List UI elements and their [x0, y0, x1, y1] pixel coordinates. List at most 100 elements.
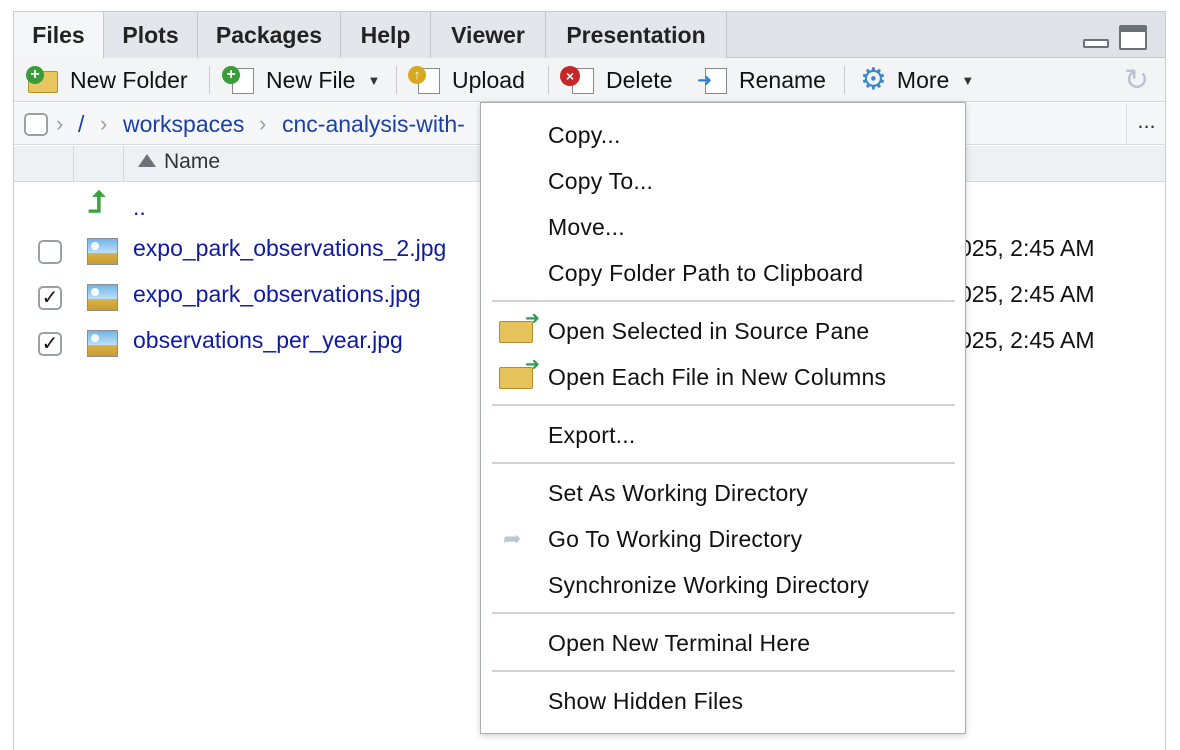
- chevron-down-icon: ▼: [367, 72, 381, 88]
- menu-item-label: Export...: [548, 422, 636, 448]
- name-column-header[interactable]: Name: [138, 150, 220, 174]
- menu-item-set-working-directory[interactable]: Set As Working Directory: [481, 472, 965, 518]
- more-label: More: [896, 66, 950, 93]
- tab-files[interactable]: Files: [14, 12, 104, 59]
- maximize-pane-button[interactable]: [1119, 25, 1147, 50]
- menu-item-label: Copy Folder Path to Clipboard: [548, 260, 864, 286]
- checkmark-icon: ✓: [41, 287, 59, 309]
- menu-item-label: Open Selected in Source Pane: [548, 318, 870, 344]
- sort-ascending-icon: [138, 154, 156, 167]
- open-folder-icon: [499, 354, 540, 389]
- tab-presentation-label: Presentation: [566, 21, 706, 48]
- menu-item-show-hidden-files[interactable]: Show Hidden Files: [481, 680, 965, 726]
- chevron-right-icon: ›: [56, 111, 64, 136]
- select-all-checkbox[interactable]: [24, 113, 48, 136]
- rename-icon: ➜: [697, 66, 729, 94]
- parent-directory-link[interactable]: ..: [133, 194, 146, 221]
- tab-viewer-label: Viewer: [451, 21, 525, 48]
- menu-divider: [492, 300, 955, 302]
- chevron-right-icon: ›: [100, 111, 108, 136]
- upload-icon: ↑: [408, 66, 442, 94]
- menu-item-copy-to[interactable]: Copy To...: [481, 160, 965, 206]
- row-checkbox[interactable]: ✓: [38, 286, 62, 310]
- image-file-icon: [87, 330, 118, 357]
- tab-presentation[interactable]: Presentation: [546, 12, 727, 58]
- toolbar-divider: [548, 66, 549, 94]
- file-name-link[interactable]: expo_park_observations_2.jpg: [133, 235, 446, 262]
- menu-item-synchronize-working-directory[interactable]: Synchronize Working Directory: [481, 564, 965, 610]
- header-icon-column: [74, 146, 124, 182]
- breadcrumb-root[interactable]: /: [78, 111, 84, 138]
- menu-item-move[interactable]: Move...: [481, 206, 965, 252]
- menu-item-open-selected[interactable]: Open Selected in Source Pane: [481, 308, 965, 356]
- menu-item-copy-folder-path[interactable]: Copy Folder Path to Clipboard: [481, 252, 965, 298]
- file-modified: 025, 2:45 AM: [959, 235, 1095, 261]
- row-checkbox[interactable]: ✓: [38, 332, 62, 356]
- tab-help[interactable]: Help: [341, 12, 431, 58]
- name-header-label: Name: [164, 150, 221, 173]
- menu-item-label: Show Hidden Files: [548, 688, 744, 714]
- tab-bar: Files Plots Packages Help Viewer Present…: [14, 12, 1165, 59]
- new-folder-icon: +: [26, 66, 60, 94]
- upload-label: Upload: [452, 66, 525, 93]
- parent-directory-icon: ⮥: [88, 186, 106, 219]
- image-file-icon: [87, 238, 118, 265]
- tab-packages[interactable]: Packages: [198, 12, 341, 58]
- row-checkbox[interactable]: [38, 240, 62, 264]
- toolbar-divider: [396, 66, 397, 94]
- chevron-down-icon: ▼: [961, 72, 975, 88]
- menu-item-open-new-terminal[interactable]: Open New Terminal Here: [481, 622, 965, 668]
- more-menu: Copy... Copy To... Move... Copy Folder P…: [480, 102, 966, 734]
- file-modified: 025, 2:45 AM: [959, 327, 1095, 353]
- delete-icon: ×: [560, 66, 596, 94]
- delete-label: Delete: [606, 66, 673, 93]
- checkmark-icon: ✓: [41, 333, 59, 355]
- breadcrumb-overflow-button[interactable]: ...: [1126, 103, 1166, 145]
- menu-item-label: Copy...: [548, 122, 621, 148]
- minimize-pane-button[interactable]: [1083, 39, 1109, 48]
- more-button[interactable]: ⚙ More ▼: [860, 58, 974, 102]
- menu-item-label: Move...: [548, 214, 625, 240]
- tab-plots[interactable]: Plots: [104, 12, 198, 58]
- rename-button[interactable]: ➜ Rename: [697, 58, 826, 102]
- file-name-link[interactable]: observations_per_year.jpg: [133, 327, 403, 354]
- toolbar-divider: [209, 66, 210, 94]
- gear-icon: ⚙: [860, 63, 887, 96]
- menu-item-export[interactable]: Export...: [481, 414, 965, 460]
- menu-item-label: Open Each File in New Columns: [548, 364, 887, 390]
- files-toolbar: + New Folder + New File ▼ ↑ Upload × Del…: [14, 58, 1165, 102]
- menu-item-label: Copy To...: [548, 168, 654, 194]
- toolbar-divider: [844, 66, 845, 94]
- open-folder-icon: [499, 308, 540, 343]
- upload-button[interactable]: ↑ Upload: [408, 58, 525, 102]
- menu-item-open-each[interactable]: Open Each File in New Columns: [481, 354, 965, 402]
- chevron-right-icon: ›: [259, 111, 267, 136]
- refresh-icon[interactable]: ↻: [1124, 63, 1149, 98]
- breadcrumb-project[interactable]: cnc-analysis-with-: [282, 111, 465, 138]
- tab-viewer[interactable]: Viewer: [431, 12, 546, 58]
- new-file-icon: +: [222, 66, 256, 94]
- menu-item-label: Synchronize Working Directory: [548, 572, 870, 598]
- header-checkbox-column: [14, 146, 74, 182]
- new-folder-button[interactable]: + New Folder: [26, 58, 188, 102]
- menu-item-go-to-working-directory[interactable]: ➦ Go To Working Directory: [481, 518, 965, 564]
- tab-help-label: Help: [360, 21, 411, 48]
- rename-label: Rename: [739, 66, 826, 93]
- menu-item-label: Go To Working Directory: [548, 526, 803, 552]
- go-to-directory-arrow-icon: ➦: [503, 526, 522, 551]
- image-file-icon: [87, 284, 118, 311]
- menu-item-copy[interactable]: Copy...: [481, 114, 965, 160]
- new-file-button[interactable]: + New File ▼: [222, 58, 380, 102]
- tab-plots-label: Plots: [122, 21, 179, 48]
- new-folder-label: New Folder: [70, 66, 188, 93]
- menu-item-label: Open New Terminal Here: [548, 630, 811, 656]
- delete-button[interactable]: × Delete: [560, 58, 672, 102]
- menu-item-label: Set As Working Directory: [548, 480, 809, 506]
- file-modified: 025, 2:45 AM: [959, 281, 1095, 307]
- menu-divider: [492, 404, 955, 406]
- menu-divider: [492, 612, 955, 614]
- tab-files-label: Files: [32, 22, 85, 48]
- file-name-link[interactable]: expo_park_observations.jpg: [133, 281, 421, 308]
- menu-divider: [492, 462, 955, 464]
- breadcrumb-workspaces[interactable]: workspaces: [123, 111, 244, 138]
